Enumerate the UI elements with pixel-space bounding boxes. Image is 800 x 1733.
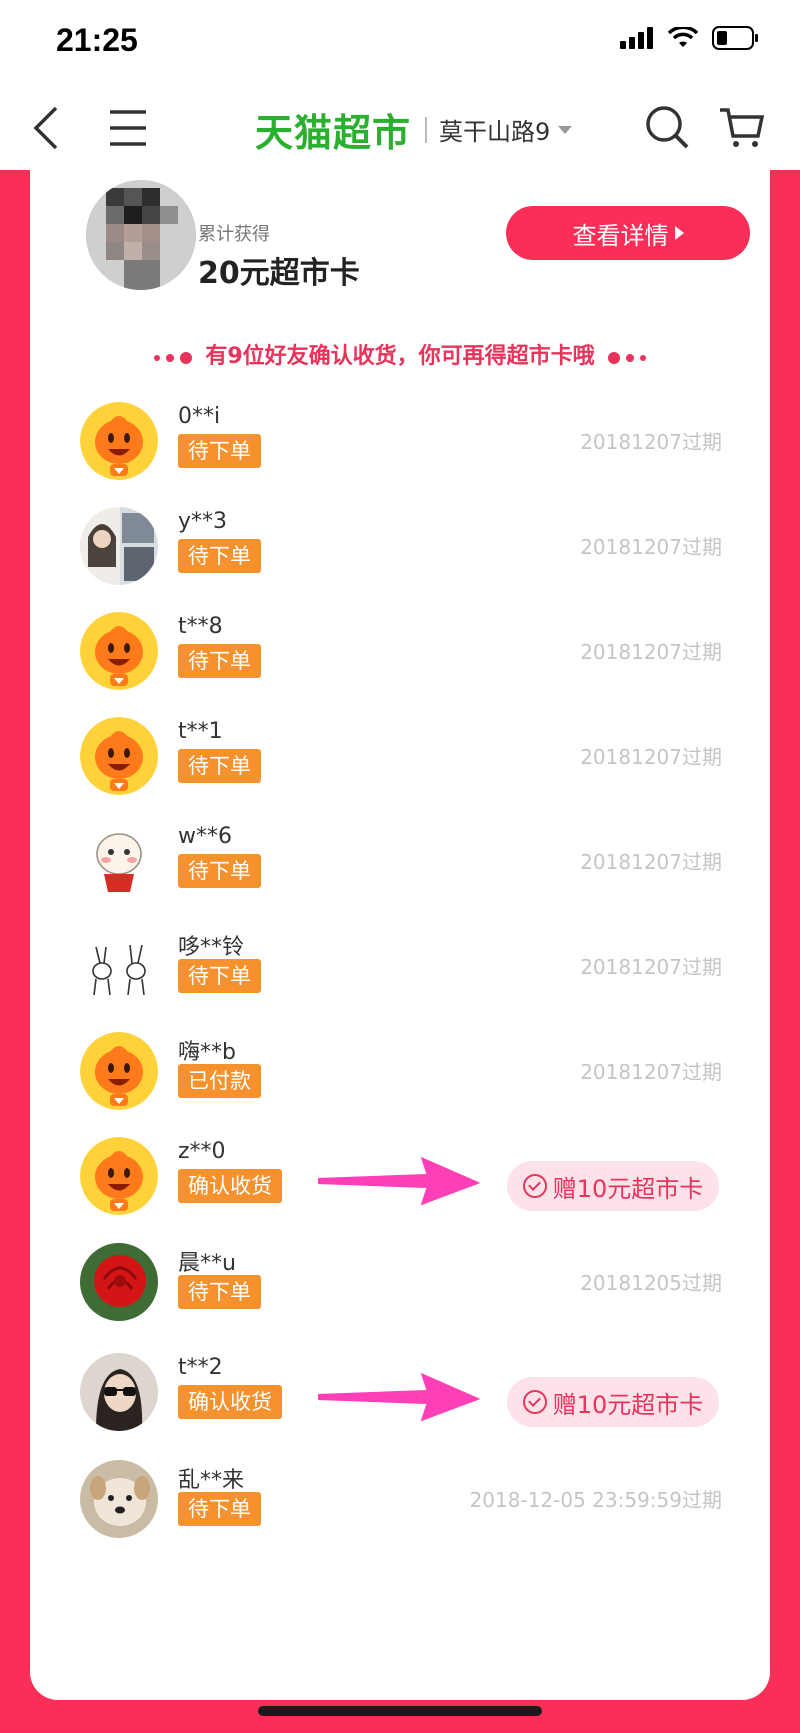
friend-row: 乱**来 待下单 2018-12-05 23:59:59过期 [30, 1460, 770, 1564]
order-status-badge: 待下单 [178, 749, 261, 783]
expire-text: 20181207过期 [580, 955, 722, 979]
friend-avatar [80, 1137, 158, 1215]
expire-text: 20181207过期 [580, 535, 722, 559]
status-bar: 21:25 [0, 0, 800, 88]
friend-name: 哆**铃 [178, 935, 245, 960]
reward-text: 赠10元超市卡 [552, 1174, 704, 1203]
order-status-badge: 确认收货 [178, 1385, 282, 1419]
friend-avatar [80, 927, 158, 1005]
friend-row: y**3 待下单 20181207过期 [30, 507, 770, 611]
user-avatar [86, 180, 196, 290]
signal-icon [620, 27, 653, 49]
notice-banner: 有9位好友确认收货，你可再得超市卡哦 [30, 338, 770, 370]
expire-text: 20181207过期 [580, 1060, 722, 1084]
expire-text: 20181207过期 [580, 745, 722, 769]
arrow-annotation-icon [316, 1153, 485, 1209]
brand-logo-text: 天猫超市 [255, 111, 412, 155]
brand-divider [425, 116, 428, 143]
search-icon[interactable] [644, 104, 690, 150]
friend-row: w**6 待下单 20181207过期 [30, 822, 770, 926]
expire-text: 20181207过期 [580, 430, 722, 454]
friend-avatar [80, 507, 158, 585]
friend-row: 哆**铃 待下单 20181207过期 [30, 927, 770, 1031]
order-status-badge: 确认收货 [178, 1169, 282, 1203]
order-status-badge: 待下单 [178, 539, 261, 573]
dots-decoration-right [605, 345, 649, 370]
order-status-badge: 待下单 [178, 854, 261, 888]
friend-row: z**0 确认收货 赠10元超市卡 [30, 1137, 770, 1241]
friend-avatar [80, 822, 158, 900]
cart-icon[interactable] [718, 104, 766, 150]
nav-bar: 天猫超市 莫干山路9 [0, 88, 800, 168]
play-arrow-icon [674, 226, 684, 240]
status-indicators [620, 26, 760, 50]
wifi-icon [668, 27, 698, 47]
friend-row: 0**i 待下单 20181207过期 [30, 402, 770, 506]
view-details-label: 查看详情 [572, 221, 669, 250]
order-status-badge: 待下单 [178, 644, 261, 678]
order-status-badge: 待下单 [178, 1275, 261, 1309]
friend-name: t**1 [178, 719, 223, 744]
friend-avatar [80, 717, 158, 795]
friend-row: t**1 待下单 20181207过期 [30, 717, 770, 821]
menu-icon[interactable] [108, 106, 148, 150]
nav-brand[interactable]: 天猫超市 莫干山路9 [255, 102, 573, 157]
status-time: 21:25 [56, 22, 138, 58]
reward-badge: 赠10元超市卡 [507, 1377, 719, 1427]
expire-text: 20181207过期 [580, 640, 722, 664]
friend-avatar [80, 402, 158, 480]
friend-row: 嗨**b 已付款 20181207过期 [30, 1032, 770, 1136]
view-details-button[interactable]: 查看详情 [506, 206, 750, 260]
reward-badge: 赠10元超市卡 [507, 1161, 719, 1211]
dots-decoration-left [151, 345, 195, 370]
friend-avatar [80, 1243, 158, 1321]
summary-label: 累计获得 [198, 224, 270, 245]
order-status-badge: 待下单 [178, 959, 261, 993]
friend-name: y**3 [178, 509, 228, 534]
arrow-annotation-icon [316, 1369, 485, 1425]
friend-name: t**8 [178, 614, 223, 639]
friend-name: 乱**来 [178, 1468, 245, 1493]
order-status-badge: 待下单 [178, 434, 261, 468]
expire-text: 2018-12-05 23:59:59过期 [469, 1488, 722, 1512]
expire-text: 20181205过期 [580, 1271, 722, 1295]
home-indicator [258, 1706, 542, 1716]
friend-row: t**2 确认收货 赠10元超市卡 [30, 1353, 770, 1457]
notice-text: 有9位好友确认收货，你可再得超市卡哦 [205, 344, 595, 369]
friend-name: w**6 [178, 824, 232, 849]
order-status-badge: 待下单 [178, 1492, 261, 1526]
chevron-down-icon[interactable] [558, 125, 573, 134]
reward-text: 赠10元超市卡 [552, 1390, 704, 1419]
friend-row: 晨**u 待下单 20181205过期 [30, 1243, 770, 1347]
back-icon[interactable] [28, 104, 68, 152]
check-circle-icon [522, 1174, 547, 1198]
friend-row: t**8 待下单 20181207过期 [30, 612, 770, 716]
friend-name: z**0 [178, 1139, 226, 1164]
friend-name: t**2 [178, 1355, 223, 1380]
friends-card: 累计获得 20元超市卡 查看详情 有9位好友确认收货，你可再得超市卡哦 0**i… [30, 170, 770, 1700]
friend-avatar [80, 1353, 158, 1431]
friend-avatar [80, 612, 158, 690]
battery-icon [712, 26, 758, 50]
friend-avatar [80, 1460, 158, 1538]
friend-avatar [80, 1032, 158, 1110]
order-status-badge: 已付款 [178, 1064, 261, 1098]
summary-value: 20元超市卡 [198, 256, 360, 291]
friend-name: 嗨**b [178, 1040, 236, 1065]
friend-name: 0**i [178, 404, 221, 429]
location-selector[interactable]: 莫干山路9 [439, 112, 550, 147]
expire-text: 20181207过期 [580, 850, 722, 874]
check-circle-icon [522, 1390, 547, 1414]
friend-name: 晨**u [178, 1251, 236, 1276]
